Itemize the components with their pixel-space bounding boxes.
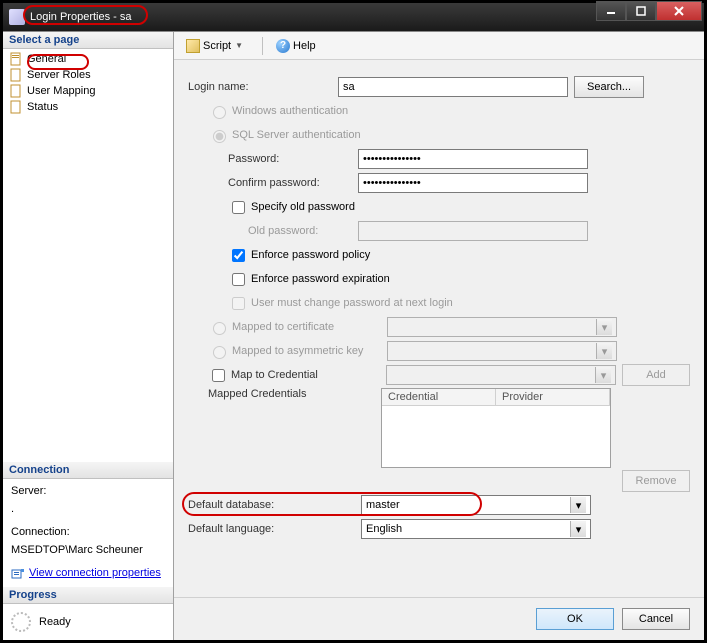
map-to-credential-label: Map to Credential — [231, 369, 386, 381]
server-value: . — [11, 501, 165, 519]
certificate-select: ▾ — [387, 317, 617, 337]
confirm-password-input[interactable] — [358, 173, 588, 193]
add-credential-button: Add — [622, 364, 690, 386]
sidebar-item-label: Status — [27, 101, 58, 113]
specify-old-password-checkbox[interactable] — [232, 201, 245, 214]
default-language-select[interactable]: English ▾ — [361, 519, 591, 539]
chevron-down-icon: ▾ — [570, 497, 586, 513]
sidebar-item-label: Server Roles — [27, 69, 91, 81]
default-database-value: master — [366, 499, 400, 511]
connection-info: Server: . Connection: MSEDTOP\Marc Scheu… — [3, 479, 173, 587]
connection-value: MSEDTOP\Marc Scheuner — [11, 542, 165, 560]
sql-auth-radio — [213, 130, 226, 143]
progress-spinner-icon — [11, 612, 31, 632]
toolbar-separator — [262, 37, 263, 55]
remove-credential-button: Remove — [622, 470, 690, 492]
old-password-label: Old password: — [248, 225, 358, 237]
help-label: Help — [293, 40, 316, 52]
mapped-to-asym-key-radio — [213, 346, 226, 359]
chevron-down-icon: ▾ — [596, 343, 612, 359]
window-icon — [9, 9, 25, 25]
search-button[interactable]: Search... — [574, 76, 644, 98]
login-properties-window: Login Properties - sa Select a page Gene… — [0, 0, 707, 643]
default-language-label: Default language: — [188, 523, 361, 535]
enforce-policy-checkbox[interactable] — [232, 249, 245, 262]
minimize-icon — [606, 6, 616, 16]
windows-auth-radio — [213, 106, 226, 119]
titlebar: Login Properties - sa — [3, 3, 704, 31]
minimize-button[interactable] — [596, 1, 626, 21]
sidebar-item-user-mapping[interactable]: User Mapping — [3, 83, 173, 99]
provider-column-header: Provider — [496, 389, 610, 405]
default-database-label: Default database: — [188, 499, 361, 511]
default-database-select[interactable]: master ▾ — [361, 495, 591, 515]
maximize-icon — [636, 6, 646, 16]
page-icon — [9, 84, 23, 98]
dialog-footer: OK Cancel — [174, 597, 704, 640]
progress-status-text: Ready — [39, 616, 71, 628]
page-icon — [9, 52, 23, 66]
mapped-to-certificate-label: Mapped to certificate — [232, 321, 387, 333]
window-title: Login Properties - sa — [30, 11, 132, 23]
chevron-down-icon: ▾ — [570, 521, 586, 537]
login-name-label: Login name: — [188, 81, 338, 93]
sidebar-item-server-roles[interactable]: Server Roles — [3, 67, 173, 83]
server-label: Server: — [11, 483, 165, 501]
password-label: Password: — [228, 153, 358, 165]
enforce-expiration-label: Enforce password expiration — [251, 273, 390, 285]
must-change-password-checkbox — [232, 297, 245, 310]
page-list: General Server Roles User Mapping Status — [3, 49, 173, 117]
mapped-credentials-list[interactable]: Credential Provider — [381, 388, 611, 468]
password-input[interactable] — [358, 149, 588, 169]
progress-status-row: Ready — [3, 604, 173, 640]
sidebar: Select a page General Server Roles User … — [3, 32, 174, 640]
enforce-expiration-checkbox[interactable] — [232, 273, 245, 286]
progress-header: Progress — [3, 587, 173, 604]
sql-auth-label: SQL Server authentication — [232, 129, 361, 141]
sidebar-item-label: General — [27, 53, 66, 65]
help-icon: ? — [276, 39, 290, 53]
toolbar: Script ▼ ? Help — [174, 32, 704, 60]
chevron-down-icon: ▾ — [596, 319, 612, 335]
confirm-password-label: Confirm password: — [228, 177, 358, 189]
main-panel: Script ▼ ? Help Login name: Search... — [174, 32, 704, 640]
asym-key-select: ▾ — [387, 341, 617, 361]
mapped-credentials-header: Credential Provider — [382, 389, 610, 406]
sidebar-item-general[interactable]: General — [3, 51, 173, 67]
chevron-down-icon: ▾ — [595, 367, 611, 383]
script-button[interactable]: Script ▼ — [182, 37, 253, 55]
map-to-credential-checkbox[interactable] — [212, 369, 225, 382]
page-icon — [9, 100, 23, 114]
credential-select: ▾ — [386, 365, 616, 385]
specify-old-password-label: Specify old password — [251, 201, 355, 213]
help-button[interactable]: ? Help — [272, 37, 320, 55]
select-page-header: Select a page — [3, 32, 173, 49]
sidebar-item-status[interactable]: Status — [3, 99, 173, 115]
form-general: Login name: Search... Windows authentica… — [174, 60, 704, 597]
connection-field-label: Connection: — [11, 524, 165, 542]
script-label: Script — [203, 40, 231, 52]
close-icon — [673, 5, 685, 17]
connection-properties-icon — [11, 567, 25, 581]
old-password-input — [358, 221, 588, 241]
must-change-password-label: User must change password at next login — [251, 297, 453, 309]
enforce-policy-label: Enforce password policy — [251, 249, 370, 261]
chevron-down-icon: ▼ — [235, 41, 243, 50]
credential-column-header: Credential — [382, 389, 496, 405]
cancel-button[interactable]: Cancel — [622, 608, 690, 630]
maximize-button[interactable] — [626, 1, 656, 21]
page-icon — [9, 68, 23, 82]
mapped-credentials-label: Mapped Credentials — [208, 388, 381, 400]
windows-auth-label: Windows authentication — [232, 105, 348, 117]
connection-header: Connection — [3, 462, 173, 479]
close-button[interactable] — [656, 1, 702, 21]
script-icon — [186, 39, 200, 53]
view-connection-properties-link[interactable]: View connection properties — [29, 565, 161, 583]
mapped-to-asym-key-label: Mapped to asymmetric key — [232, 345, 387, 357]
login-name-input[interactable] — [338, 77, 568, 97]
ok-button[interactable]: OK — [536, 608, 614, 630]
sidebar-item-label: User Mapping — [27, 85, 95, 97]
default-language-value: English — [366, 523, 402, 535]
mapped-to-certificate-radio — [213, 322, 226, 335]
